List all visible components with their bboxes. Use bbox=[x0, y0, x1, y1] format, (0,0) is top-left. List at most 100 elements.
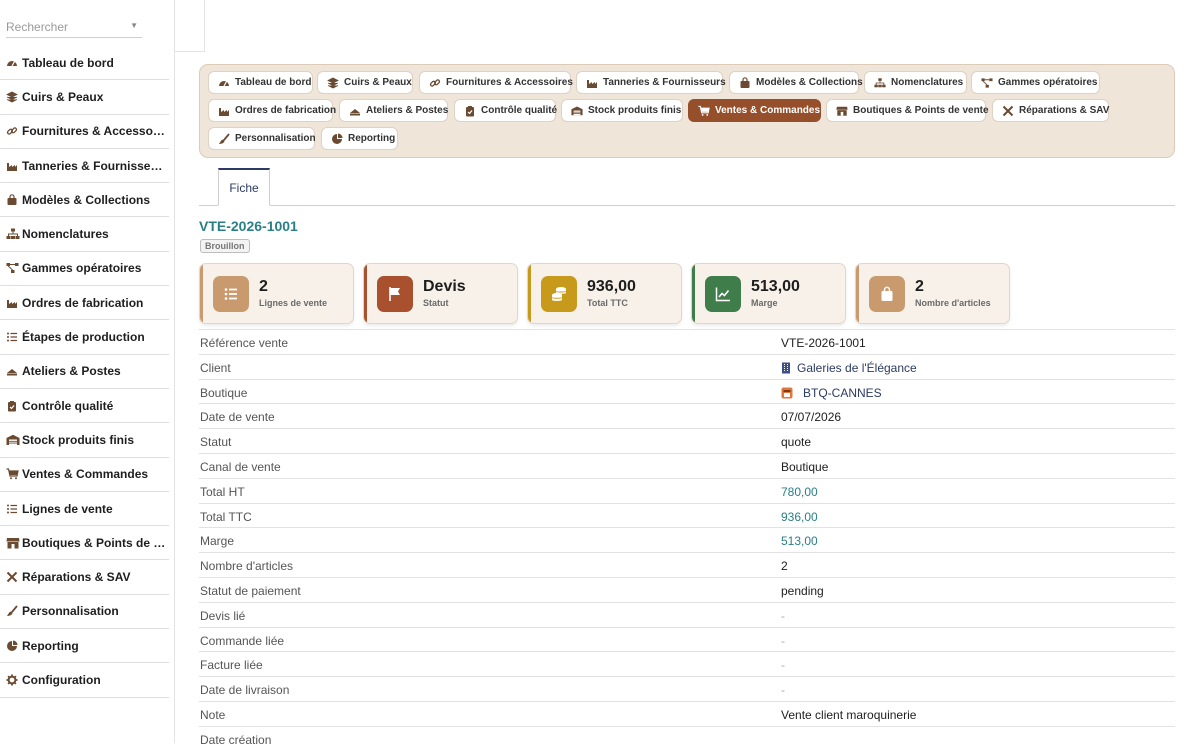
stat-card: 2 Nombre d'articles bbox=[855, 263, 1010, 324]
stat-label: Lignes de vente bbox=[259, 298, 328, 308]
sidebar-item[interactable]: Boutiques & Points de vente bbox=[0, 526, 169, 561]
sidebar-item[interactable]: Gammes opératoires bbox=[0, 252, 169, 287]
sidebar-item[interactable]: Étapes de production bbox=[0, 320, 169, 355]
search-placeholder: Rechercher bbox=[6, 20, 69, 34]
detail-row: Date de livraison - bbox=[199, 676, 1175, 701]
sidebar-item-label: Étapes de production bbox=[22, 330, 145, 345]
list-icon bbox=[213, 276, 249, 312]
detail-value: 2 bbox=[781, 559, 788, 573]
sidebar-item[interactable]: Modèles & Collections bbox=[0, 183, 169, 218]
stat-card: 513,00 Marge bbox=[691, 263, 846, 324]
workshop-icon bbox=[6, 365, 21, 377]
shopping-bag-icon bbox=[869, 276, 905, 312]
detail-value[interactable]: Galeries de l'Élégance bbox=[781, 361, 917, 375]
detail-value-text: - bbox=[781, 683, 785, 698]
detail-value[interactable]: BTQ-CANNES bbox=[781, 386, 882, 400]
detail-label: Date création bbox=[200, 732, 272, 747]
bag-icon bbox=[6, 194, 21, 206]
detail-value: VTE-2026-1001 bbox=[781, 336, 866, 350]
module-nav-label: Contrôle qualité bbox=[481, 105, 558, 116]
layers-icon bbox=[327, 77, 339, 89]
detail-value-text: 780,00 bbox=[781, 484, 818, 499]
chevron-down-icon[interactable]: ▼ bbox=[130, 21, 138, 30]
module-nav-item[interactable]: Fournitures & Accessoires bbox=[419, 71, 573, 94]
detail-label: Facture liée bbox=[200, 658, 263, 673]
sidebar-item[interactable]: Personnalisation bbox=[0, 595, 169, 630]
factory-icon bbox=[218, 105, 230, 117]
detail-label: Note bbox=[200, 707, 226, 722]
sidebar-item[interactable]: Reporting bbox=[0, 629, 169, 664]
detail-row: Nombre d'articles 2 bbox=[199, 552, 1175, 577]
brush-icon bbox=[6, 605, 21, 617]
warehouse-icon bbox=[6, 434, 21, 446]
detail-value: 07/07/2026 bbox=[781, 410, 841, 424]
sidebar-item[interactable]: Réparations & SAV bbox=[0, 560, 169, 595]
sidebar-item[interactable]: Configuration bbox=[0, 663, 169, 698]
module-nav-item[interactable]: Gammes opératoires bbox=[971, 71, 1100, 94]
detail-value-text: VTE-2026-1001 bbox=[781, 336, 866, 350]
module-nav-label: Reporting bbox=[348, 133, 396, 144]
module-nav-item[interactable]: Stock produits finis bbox=[561, 99, 683, 122]
bag-icon bbox=[739, 76, 751, 89]
module-nav-item[interactable]: Ateliers & Postes bbox=[339, 99, 448, 122]
detail-row: Note Vente client maroquinerie bbox=[199, 700, 1175, 726]
sidebar-item[interactable]: Ordres de fabrication bbox=[0, 286, 169, 321]
module-nav-item[interactable]: Réparations & SAV bbox=[992, 99, 1109, 122]
coins-icon bbox=[541, 276, 577, 312]
module-nav-item[interactable]: Cuirs & Peaux bbox=[317, 71, 413, 94]
module-nav-item[interactable]: Tanneries & Fournisseurs bbox=[576, 71, 726, 94]
stat-value: 2 bbox=[915, 278, 924, 295]
link-icon bbox=[429, 77, 441, 89]
stat-card-accent bbox=[528, 264, 531, 323]
sidebar-item[interactable]: Ventes & Commandes bbox=[0, 458, 169, 492]
detail-row: Devis lié - bbox=[199, 601, 1175, 627]
sidebar-item[interactable]: Tanneries & Fournisseurs bbox=[0, 149, 169, 184]
module-nav-label: Fournitures & Accessoires bbox=[446, 77, 573, 88]
stat-card: 2 Lignes de vente bbox=[199, 263, 354, 324]
detail-value-text: Vente client maroquinerie bbox=[781, 707, 917, 722]
sidebar-item-label: Réparations & SAV bbox=[22, 570, 131, 585]
sidebar-item-label: Tanneries & Fournisseurs bbox=[22, 158, 167, 173]
module-nav-item[interactable]: Boutiques & Points de vente bbox=[826, 99, 989, 122]
module-nav-item[interactable]: Ventes & Commandes bbox=[688, 99, 821, 122]
detail-value-text: BTQ-CANNES bbox=[803, 385, 882, 400]
module-nav-item[interactable]: Modèles & Collections bbox=[729, 71, 863, 94]
detail-label: Commande liée bbox=[200, 633, 285, 648]
sidebar-item[interactable]: Fournitures & Accessoires bbox=[0, 115, 169, 149]
stat-card: 936,00 Total TTC bbox=[527, 263, 682, 324]
sidebar-item[interactable]: Lignes de vente bbox=[0, 492, 169, 527]
module-nav-item[interactable]: Ordres de fabrication bbox=[208, 99, 337, 122]
module-nav-item[interactable]: Contrôle qualité bbox=[454, 99, 558, 122]
tab-bar: Fiche bbox=[199, 168, 1175, 206]
sidebar-item-label: Lignes de vente bbox=[22, 501, 113, 516]
sidebar-item[interactable]: Stock produits finis bbox=[0, 423, 169, 458]
sidebar-item[interactable]: Contrôle qualité bbox=[0, 389, 169, 424]
detail-value: 513,00 bbox=[781, 534, 818, 548]
sidebar-item[interactable]: Ateliers & Postes bbox=[0, 355, 169, 389]
module-nav-label: Ordres de fabrication bbox=[235, 105, 337, 116]
sidebar-item-label: Fournitures & Accessoires bbox=[22, 124, 167, 139]
gear-icon bbox=[6, 674, 21, 686]
tab-fiche[interactable]: Fiche bbox=[218, 168, 270, 206]
detail-row: Total TTC 936,00 bbox=[199, 502, 1175, 528]
module-nav-item[interactable]: Tableau de bord bbox=[208, 71, 313, 94]
detail-value-text: - bbox=[781, 658, 785, 673]
sidebar-item[interactable]: Nomenclatures bbox=[0, 217, 169, 252]
sidebar-item-label: Ventes & Commandes bbox=[22, 467, 149, 482]
detail-value: 936,00 bbox=[781, 510, 818, 524]
detail-value: - bbox=[781, 634, 785, 648]
module-nav-item[interactable]: Reporting bbox=[321, 127, 398, 150]
detail-value-text: 513,00 bbox=[781, 534, 818, 549]
module-nav-label: Nomenclatures bbox=[891, 77, 964, 88]
module-nav-item[interactable]: Personnalisation bbox=[208, 127, 316, 150]
detail-label: Total HT bbox=[200, 484, 245, 499]
sidebar-item[interactable]: Cuirs & Peaux bbox=[0, 80, 169, 115]
dashboard-icon bbox=[218, 77, 230, 89]
sidebar-item[interactable]: Tableau de bord bbox=[0, 46, 169, 81]
detail-label: Devis lié bbox=[200, 608, 246, 623]
module-nav-item[interactable]: Nomenclatures bbox=[864, 71, 967, 94]
sidebar-menu: Tableau de bord Cuirs & Peaux Fournitures … bbox=[0, 46, 169, 698]
detail-row: Total HT 780,00 bbox=[199, 477, 1175, 503]
detail-label: Date de vente bbox=[200, 410, 275, 425]
search-select[interactable]: Rechercher ▼ bbox=[6, 16, 142, 38]
